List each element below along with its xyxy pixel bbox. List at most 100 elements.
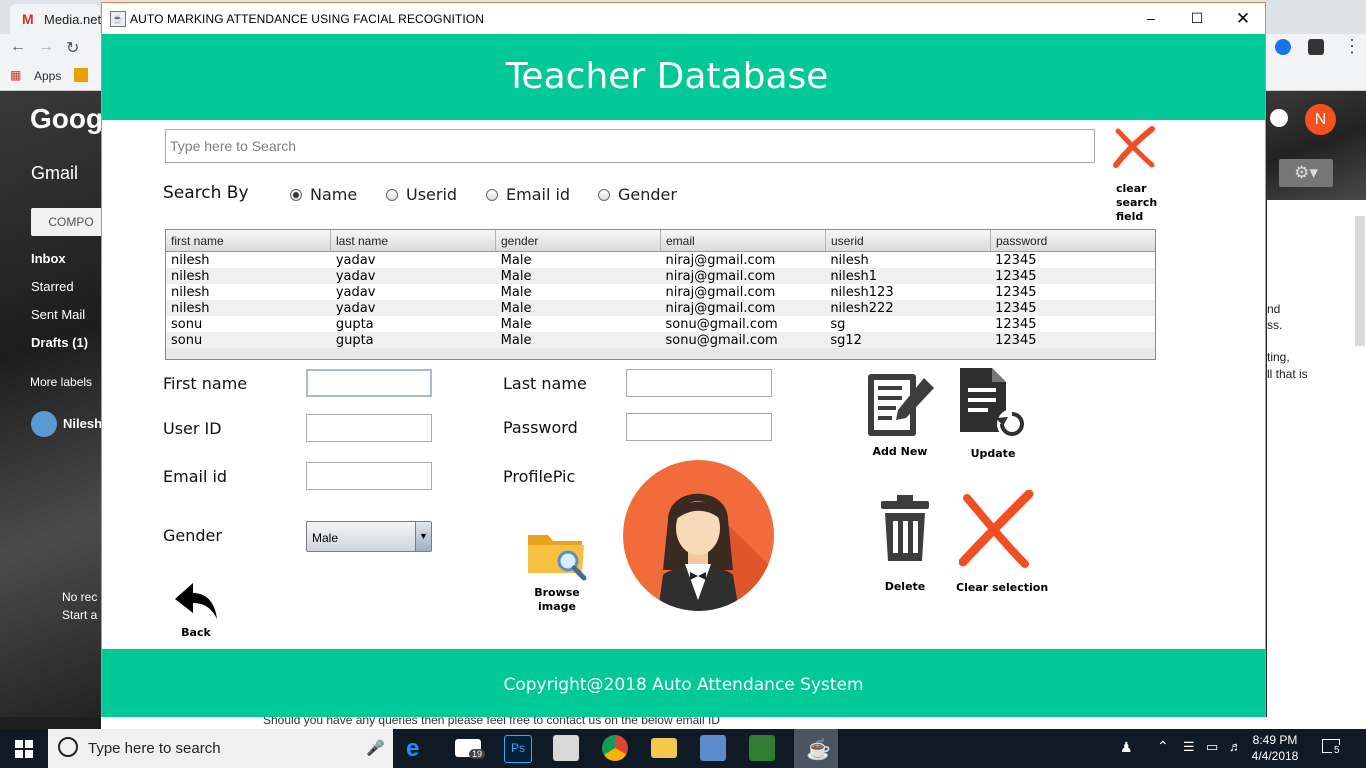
back-button[interactable]: Back xyxy=(168,581,224,640)
column-header[interactable]: gender xyxy=(496,230,661,251)
password-label: Password xyxy=(503,418,578,437)
delete-label: Delete xyxy=(884,580,926,593)
clock-date: 4/4/2018 xyxy=(1251,749,1299,763)
column-header[interactable]: userid xyxy=(826,230,991,251)
add-new-button[interactable]: Add New xyxy=(864,368,936,459)
forward-arrow-icon[interactable]: → xyxy=(38,38,54,56)
first-name-label: First name xyxy=(163,374,248,393)
table-row[interactable]: sonu gupta Male sonu@gmail.com sg 12345 xyxy=(166,316,1155,332)
gender-label: Gender xyxy=(163,526,222,545)
search-input[interactable] xyxy=(165,129,1095,163)
email-input[interactable] xyxy=(306,462,432,490)
update-button[interactable]: Update xyxy=(956,366,1030,461)
back-arrow-icon[interactable]: ← xyxy=(10,38,26,56)
nav-more-labels[interactable]: More labels xyxy=(30,375,92,389)
table-row[interactable]: nilesh yadav Male niraj@gmail.com nilesh 1234… xyxy=(166,252,1155,268)
table-row[interactable]: nilesh yadav Male niraj@gmail.com nilesh222 1… xyxy=(166,300,1155,316)
column-header[interactable]: password xyxy=(991,230,1155,251)
back-arrow-icon xyxy=(175,583,217,619)
column-header[interactable]: email xyxy=(661,230,826,251)
edge-icon[interactable]: e xyxy=(406,735,432,762)
nav-sent[interactable]: Sent Mail xyxy=(31,307,85,322)
chevron-down-icon[interactable]: ▼ xyxy=(415,522,431,551)
radio-userid-label: Userid xyxy=(406,185,458,204)
mail-badge: 19 xyxy=(469,749,486,759)
scrollbar[interactable] xyxy=(1355,216,1365,346)
browser-menu-icon[interactable]: ⋮ xyxy=(1343,36,1361,57)
reload-icon[interactable]: ↻ xyxy=(66,38,79,58)
nav-inbox[interactable]: Inbox xyxy=(31,251,66,266)
chart-app-icon[interactable] xyxy=(749,735,775,761)
table-cell: Male xyxy=(500,269,532,284)
table-cell: 12345 xyxy=(995,333,1037,348)
chevron-up-icon[interactable]: ⌃ xyxy=(1157,738,1169,755)
empty-state-line2: Start a xyxy=(62,608,98,622)
column-header[interactable]: last name xyxy=(331,230,496,251)
delete-button[interactable]: Delete xyxy=(870,493,940,594)
gmail-app-label[interactable]: Gmail xyxy=(31,163,78,184)
user-id-input[interactable] xyxy=(306,414,432,442)
clear-search-button[interactable]: clear search field xyxy=(1106,125,1164,225)
java-taskbar-icon[interactable]: ☕ xyxy=(794,729,838,768)
table-row[interactable]: nilesh yadav Male niraj@gmail.com nilesh1 123… xyxy=(166,268,1155,284)
clock[interactable]: 8:49 PM 4/4/2018 xyxy=(1250,732,1300,764)
radio-email[interactable]: Email id xyxy=(486,185,570,204)
compose-button[interactable]: COMPO xyxy=(31,208,111,236)
column-header[interactable]: first name xyxy=(166,230,331,251)
close-icon[interactable]: ✕ xyxy=(1220,3,1266,34)
settings-gear-icon[interactable]: ⚙▾ xyxy=(1279,159,1333,187)
last-name-input[interactable] xyxy=(626,369,772,397)
radio-userid[interactable]: Userid xyxy=(386,185,457,204)
extension-icon-2[interactable] xyxy=(1308,39,1324,55)
browser-tab[interactable]: M Media.net xyxy=(10,4,101,34)
table-row[interactable]: sonu gupta Male sonu@gmail.com sg12 12345 xyxy=(166,332,1155,348)
clear-selection-button[interactable]: Clear selection xyxy=(956,489,1049,595)
browse-image-button[interactable]: Browse image xyxy=(526,527,588,614)
header-banner: Teacher Database xyxy=(102,34,1265,120)
minimize-icon[interactable]: – xyxy=(1128,3,1174,34)
first-name-input[interactable] xyxy=(306,369,432,397)
paint-icon[interactable] xyxy=(553,735,579,761)
bookmark-icon[interactable] xyxy=(74,68,88,82)
teacher-table: first name last name gender email userid… xyxy=(165,229,1156,360)
table-cell: sg12 xyxy=(830,333,862,348)
table-cell: nilesh222 xyxy=(830,301,894,316)
bookmark-apps[interactable]: Apps xyxy=(34,69,61,83)
start-button[interactable] xyxy=(0,729,48,768)
password-input[interactable] xyxy=(626,413,772,441)
taskbar-search[interactable]: Type here to search 🎤 xyxy=(48,729,393,768)
maximize-icon[interactable]: ☐ xyxy=(1174,3,1220,34)
account-avatar[interactable]: N xyxy=(1305,104,1336,135)
battery-icon[interactable]: ▭ xyxy=(1206,739,1218,755)
window-titlebar[interactable]: ☕ AUTO MARKING ATTENDANCE USING FACIAL R… xyxy=(102,3,1265,34)
file-explorer-icon[interactable] xyxy=(651,738,677,758)
table-cell: 12345 xyxy=(995,269,1037,284)
x-mark-icon xyxy=(1113,126,1155,168)
microphone-icon[interactable]: 🎤 xyxy=(366,739,385,757)
box-app-icon[interactable] xyxy=(700,735,726,761)
gmail-favicon-icon: M xyxy=(22,11,34,27)
windows-logo-icon xyxy=(15,740,33,758)
extension-icon[interactable] xyxy=(1275,39,1291,55)
nav-starred[interactable]: Starred xyxy=(31,279,74,294)
mail-icon[interactable]: 19 xyxy=(455,739,486,759)
clear-selection-label: Clear selection xyxy=(956,581,1049,594)
folder-search-icon xyxy=(528,535,587,581)
radio-gender[interactable]: Gender xyxy=(598,185,677,204)
notification-center-icon[interactable]: 5 xyxy=(1322,737,1344,757)
volume-icon[interactable]: ♬ xyxy=(1229,739,1242,754)
table-cell: yadav xyxy=(335,301,376,316)
nav-drafts[interactable]: Drafts (1) xyxy=(31,335,88,350)
table-cell: niraj@gmail.com xyxy=(665,285,776,300)
table-row[interactable]: nilesh yadav Male niraj@gmail.com nilesh123 1… xyxy=(166,284,1155,300)
gender-select[interactable]: Male ▼ xyxy=(306,521,432,552)
wifi-icon[interactable]: ☰ xyxy=(1183,739,1195,755)
photoshop-icon[interactable]: Ps xyxy=(504,735,532,763)
chrome-icon[interactable] xyxy=(602,735,628,761)
gmail-right-bottom xyxy=(1267,717,1366,729)
user-avatar[interactable] xyxy=(31,411,57,437)
table-cell: sonu xyxy=(171,333,203,348)
radio-name[interactable]: Name xyxy=(290,185,357,204)
people-icon[interactable]: ♟ xyxy=(1120,739,1133,756)
notifications-icon[interactable] xyxy=(1270,109,1288,127)
